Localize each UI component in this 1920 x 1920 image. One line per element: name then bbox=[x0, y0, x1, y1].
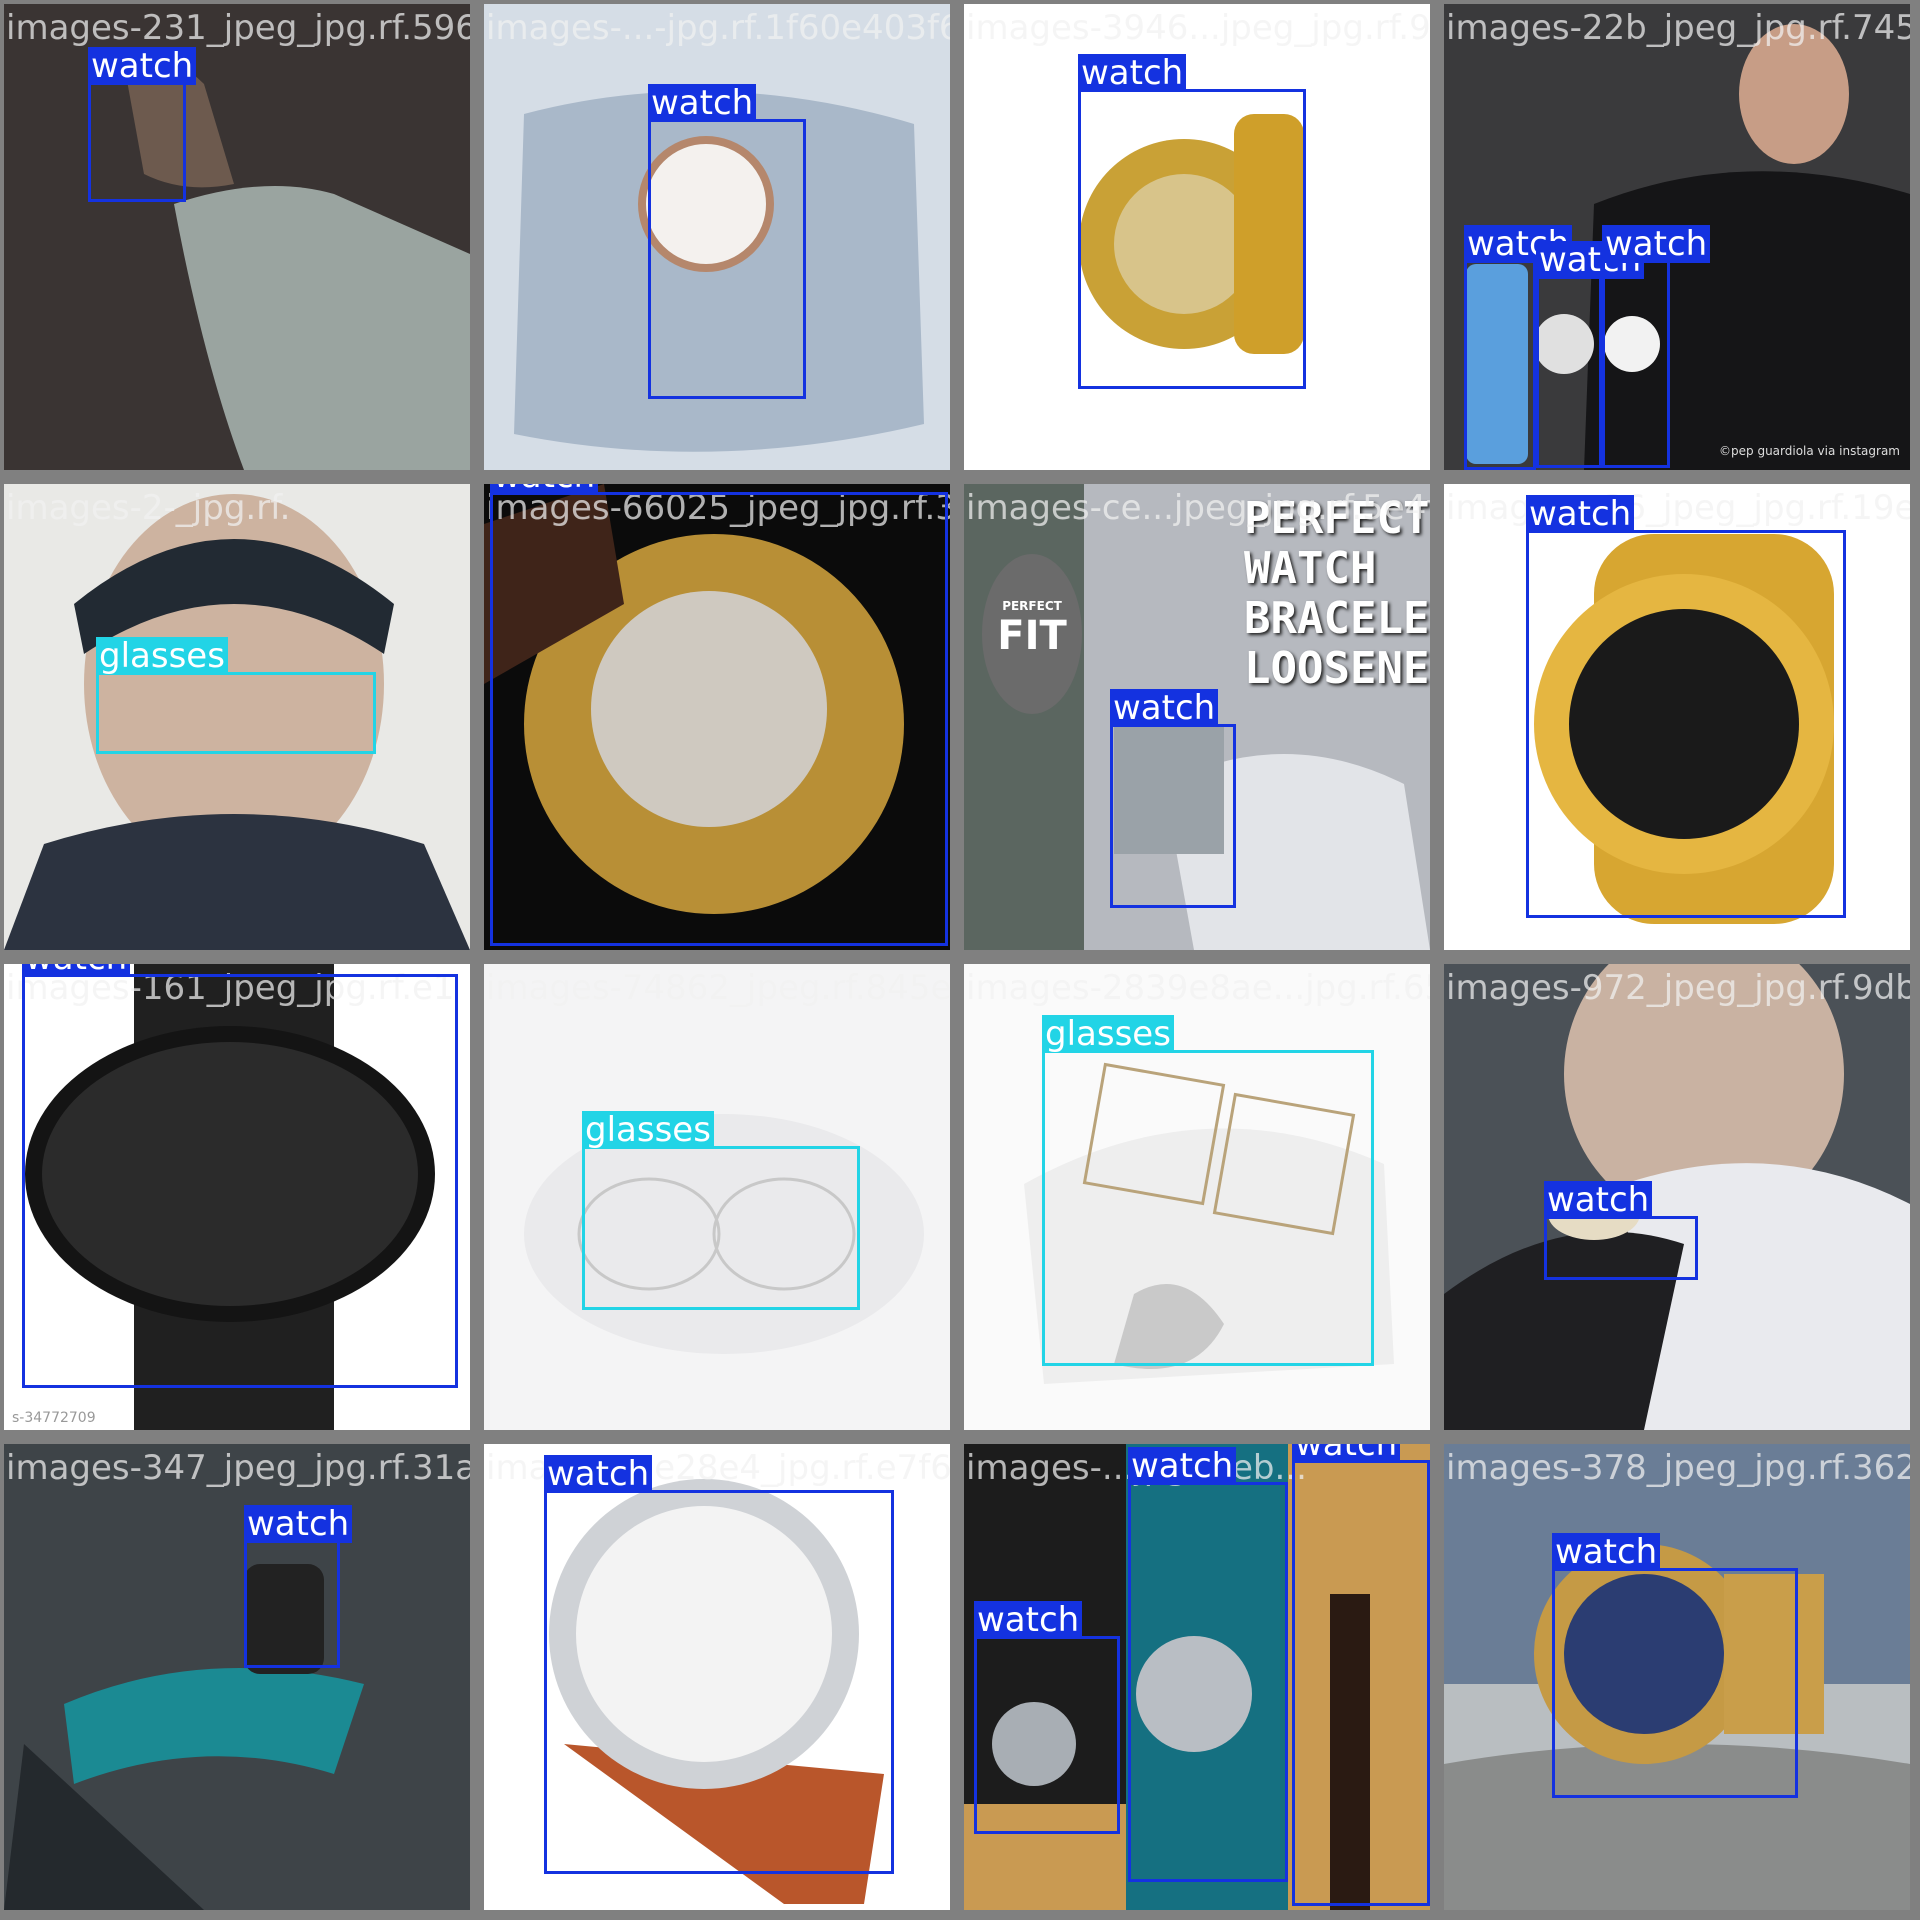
detection-label: watch bbox=[490, 484, 599, 495]
watch-detection-box: watch bbox=[1536, 241, 1645, 468]
mosaic-tile: images-3946...jpeg_jpg.rf.96f06d7fa93232… bbox=[964, 4, 1430, 470]
watch-detection-box: watch bbox=[1544, 1181, 1698, 1280]
detection-label: watch bbox=[244, 1505, 353, 1543]
tile-filename: images-2-_jpg.rf. bbox=[6, 488, 291, 528]
tile-filename: images-22b_jpeg_jpg.rf.7457 bbox=[1446, 8, 1910, 48]
mosaic-tile: images-66025_jpeg_jpg.rf.3d9dfd79b83e297… bbox=[484, 484, 950, 950]
detection-label: watch bbox=[22, 964, 131, 977]
detection-label: glasses bbox=[1042, 1015, 1174, 1053]
watch-detection-box: watch bbox=[1110, 689, 1236, 908]
tile-filename: images-231_jpeg_jpg.rf.5960 bbox=[6, 8, 470, 48]
detection-label: watch bbox=[1078, 54, 1187, 92]
mosaic-tile: images-972_jpeg_jpg.rf.9dbd watch bbox=[1444, 964, 1910, 1430]
detection-label: watch bbox=[1544, 1181, 1653, 1219]
detection-label: watch bbox=[974, 1601, 1083, 1639]
tile-filename: images-972_jpeg_jpg.rf.9dbd bbox=[1446, 968, 1910, 1008]
watch-detection-box: watch bbox=[1128, 1447, 1288, 1882]
glasses-detection-box: glasses bbox=[1042, 1015, 1374, 1366]
tile-filename: images-ce...jpeg_jpg.rf.5e4f... bbox=[966, 488, 1430, 528]
detection-label: glasses bbox=[96, 637, 228, 675]
mosaic-tile: images-2839e8ae...jpg.rf.655a2956 glasse… bbox=[964, 964, 1430, 1430]
tile-filename: images-2839e8ae...jpg.rf.655a2956 bbox=[966, 968, 1430, 1008]
mosaic-tile: images-2-_jpg.rf. glasses bbox=[4, 484, 470, 950]
tile-photo bbox=[4, 1444, 470, 1910]
detection-label: glasses bbox=[582, 1111, 714, 1149]
image-footer-text: s-34772709 bbox=[12, 1410, 96, 1426]
mosaic-tile: images-347_jpeg_jpg.rf.31a watch bbox=[4, 1444, 470, 1910]
mosaic-tile: images-231_jpeg_jpg.rf.5960 watch bbox=[4, 4, 470, 470]
tile-filename: images-347_jpeg_jpg.rf.31a bbox=[6, 1448, 470, 1488]
detection-label: watch bbox=[88, 47, 197, 85]
mosaic-tile: images-378_jpeg_jpg.rf.3623 watch bbox=[1444, 1444, 1910, 1910]
watch-detection-box: watch bbox=[1526, 495, 1846, 918]
watch-detection-box: watch bbox=[1464, 225, 1573, 470]
tile-filename: images-378_jpeg_jpg.rf.3623 bbox=[1446, 1448, 1910, 1488]
tile-photo bbox=[1444, 964, 1910, 1430]
glasses-detection-box: glasses bbox=[582, 1111, 860, 1310]
mosaic-tile: images-...e28e4_jpg.rf.e7f60 watch bbox=[484, 1444, 950, 1910]
perfect-fit-badge: PERFECT FIT bbox=[982, 554, 1082, 714]
watch-detection-box: watch bbox=[648, 84, 806, 399]
detection-label: watch bbox=[1552, 1533, 1661, 1571]
watch-detection-box: watch bbox=[1292, 1444, 1430, 1906]
detection-label: watch bbox=[1110, 689, 1219, 727]
detection-label: watch bbox=[1292, 1444, 1401, 1463]
detection-label: watch bbox=[648, 84, 757, 122]
watch-detection-box: watch bbox=[1602, 225, 1711, 468]
watch-detection-box: watch bbox=[490, 484, 948, 946]
tile-filename: images-74862_jpeg.rf.845e5eb9 bbox=[486, 968, 950, 1008]
tile-filename: images-3946...jpeg_jpg.rf.96f06d7fa93232… bbox=[966, 8, 1430, 48]
watch-detection-box: watch bbox=[544, 1455, 894, 1874]
mosaic-tile: images-161_jpeg_jpg.rf.e1 watch s-347727… bbox=[4, 964, 470, 1430]
detection-label: watch bbox=[1128, 1447, 1237, 1485]
watch-detection-box: watch bbox=[1078, 54, 1306, 389]
tile-photo bbox=[4, 4, 470, 470]
watch-detection-box: watch bbox=[22, 964, 458, 1388]
mosaic-tile: images-a36_jpeg_jpg.rf.19e0 watch bbox=[1444, 484, 1910, 950]
detection-label: watch bbox=[544, 1455, 653, 1493]
detection-label: watch bbox=[1526, 495, 1635, 533]
watch-detection-box: watch bbox=[1552, 1533, 1798, 1798]
detection-label: watch bbox=[1602, 225, 1711, 263]
watch-detection-box: watch bbox=[88, 47, 197, 202]
mosaic-tile: images-22b_jpeg_jpg.rf.7457 watch watch … bbox=[1444, 4, 1910, 470]
tile-filename: images-...-jpg.rf.1f60e403f6b3340ae bbox=[486, 8, 950, 48]
mosaic-tile: images-...jpg.rf.eb... watch watch watch bbox=[964, 1444, 1430, 1910]
tile-filename: images-a36_jpeg_jpg.rf.19e0 bbox=[1446, 488, 1910, 528]
detection-mosaic: images-231_jpeg_jpg.rf.5960 watch images… bbox=[0, 0, 1920, 1920]
glasses-detection-box: glasses bbox=[96, 637, 376, 754]
mosaic-tile: images-ce...jpeg_jpg.rf.5e4f... PERFECT … bbox=[964, 484, 1430, 950]
mosaic-tile: images-74862_jpeg.rf.845e5eb9 glasses bbox=[484, 964, 950, 1430]
watch-detection-box: watch bbox=[974, 1601, 1120, 1834]
image-credit: ©pep guardiola via instagram bbox=[1719, 444, 1900, 458]
mosaic-tile: images-...-jpg.rf.1f60e403f6b3340ae watc… bbox=[484, 4, 950, 470]
watch-detection-box: watch bbox=[244, 1505, 353, 1668]
